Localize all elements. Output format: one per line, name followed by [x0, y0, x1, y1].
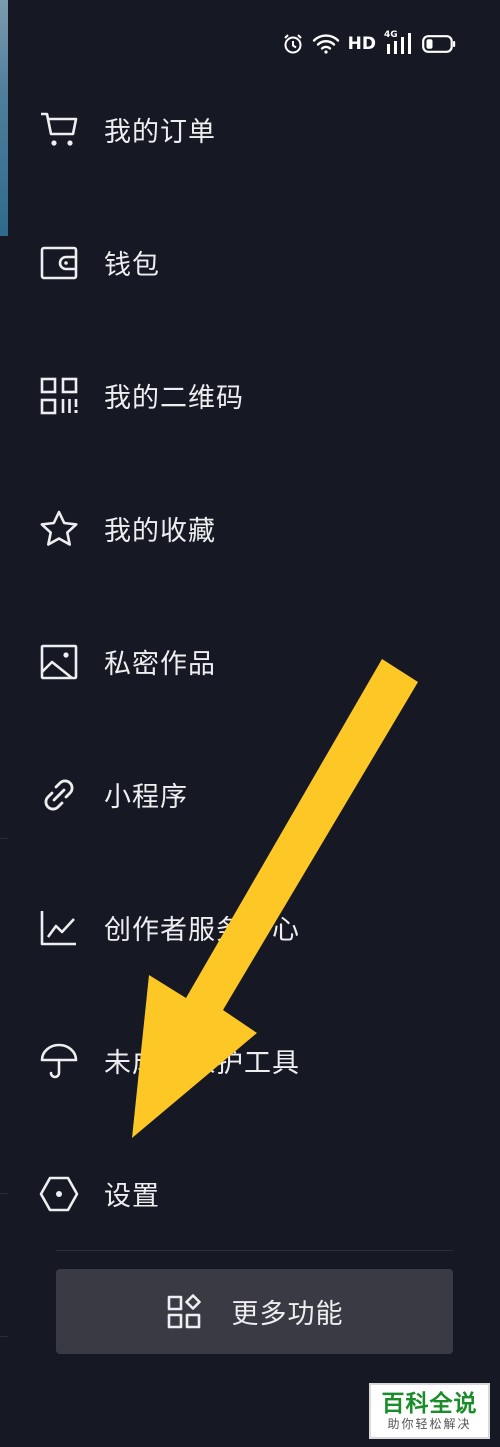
more-features-label: 更多功能	[231, 1299, 344, 1330]
menu-item-wallet[interactable]: 钱包	[0, 196, 500, 329]
menu-item-settings[interactable]: 设置	[0, 1127, 500, 1260]
menu-item-label: 钱包	[104, 250, 160, 281]
menu-item-creator-service-center[interactable]: 创作者服务中心	[0, 861, 500, 994]
menu-item-label: 我的收藏	[104, 516, 216, 547]
watermark-logo: 百科全说 助你轻松解决	[369, 1383, 490, 1439]
menu-item-minor-protection-tools[interactable]: 未成年保护工具	[0, 994, 500, 1127]
wallet-icon	[39, 243, 79, 283]
signal-4g-label: 4G	[384, 30, 398, 40]
menu-item-mini-programs[interactable]: 小程序	[0, 728, 500, 861]
battery-icon	[422, 34, 456, 54]
watermark-title: 百科全说	[381, 1390, 478, 1417]
network-hd-label: HD	[347, 34, 376, 54]
menu-item-label: 我的二维码	[104, 383, 244, 414]
status-bar: HD 4G	[282, 30, 456, 58]
menu-item-label: 小程序	[104, 782, 188, 813]
star-icon	[39, 509, 79, 549]
menu-item-label: 创作者服务中心	[104, 915, 300, 946]
menu-item-my-qr-code[interactable]: 我的二维码	[0, 329, 500, 462]
background-edge-line	[0, 1336, 8, 1337]
hexagon-settings-icon	[39, 1174, 79, 1214]
menu-item-label: 私密作品	[104, 649, 216, 680]
side-menu: 我的订单 钱包 我的二维码 我的收藏 私密作品 小程序 创作者服务中心 未成年保…	[0, 63, 500, 1260]
wifi-icon	[312, 33, 340, 55]
menu-item-my-favorites[interactable]: 我的收藏	[0, 462, 500, 595]
image-icon	[39, 642, 79, 682]
umbrella-icon	[39, 1041, 79, 1081]
chart-icon	[39, 908, 79, 948]
qr-code-icon	[39, 376, 79, 416]
link-icon	[39, 775, 79, 815]
menu-item-my-orders[interactable]: 我的订单	[0, 63, 500, 196]
grid-icon	[166, 1293, 202, 1330]
menu-item-label: 未成年保护工具	[104, 1048, 300, 1079]
alarm-icon	[282, 33, 304, 55]
cart-icon	[39, 110, 79, 150]
watermark-subtitle: 助你轻松解决	[387, 1416, 472, 1431]
menu-item-label: 设置	[104, 1181, 160, 1212]
signal-icon: 4G	[384, 30, 414, 56]
more-features-button[interactable]: 更多功能	[56, 1269, 453, 1354]
menu-item-private-works[interactable]: 私密作品	[0, 595, 500, 728]
menu-item-label: 我的订单	[104, 117, 216, 148]
menu-divider	[56, 1250, 453, 1251]
